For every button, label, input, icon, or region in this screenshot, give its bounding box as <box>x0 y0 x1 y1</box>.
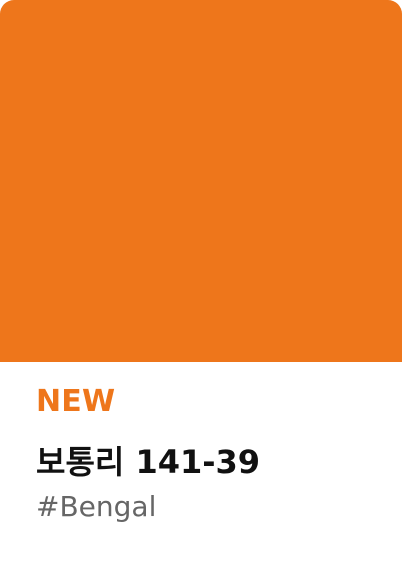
card-title: 보통리 141-39 <box>36 443 261 481</box>
card-hashtag: #Bengal <box>36 490 157 523</box>
color-swatch <box>0 0 402 362</box>
new-badge: NEW <box>36 384 116 419</box>
color-card: NEW 보통리 141-39 #Bengal <box>0 0 402 584</box>
